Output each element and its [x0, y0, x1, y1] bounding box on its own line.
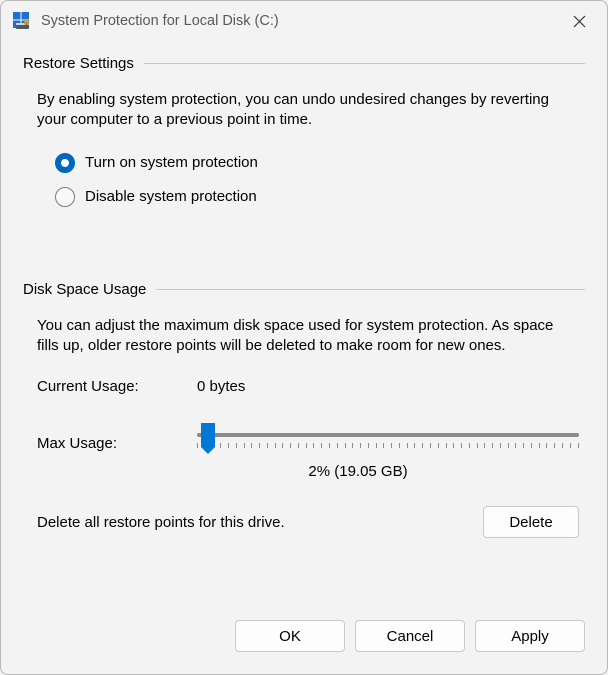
radio-disable-label: Disable system protection — [85, 188, 257, 205]
max-usage-value: 2% (19.05 GB) — [137, 463, 579, 480]
radio-selected-icon — [55, 153, 75, 173]
delete-description: Delete all restore points for this drive… — [37, 514, 285, 531]
system-protection-dialog: System Protection for Local Disk (C:) Re… — [0, 0, 608, 675]
radio-disable[interactable]: Disable system protection — [55, 187, 579, 207]
max-usage-slider[interactable] — [197, 425, 579, 461]
radio-turn-on[interactable]: Turn on system protection — [55, 153, 579, 173]
restore-settings-header: Restore Settings — [23, 55, 585, 72]
dialog-footer: OK Cancel Apply — [1, 606, 607, 674]
close-icon — [573, 15, 586, 28]
titlebar: System Protection for Local Disk (C:) — [1, 1, 607, 41]
close-button[interactable] — [559, 6, 599, 36]
window-title: System Protection for Local Disk (C:) — [41, 13, 559, 29]
restore-settings-label: Restore Settings — [23, 55, 144, 72]
current-usage-row: Current Usage: 0 bytes — [37, 378, 579, 395]
disk-description: You can adjust the maximum disk space us… — [37, 316, 579, 357]
delete-button[interactable]: Delete — [483, 506, 579, 538]
drive-protection-icon — [13, 12, 31, 30]
ok-button[interactable]: OK — [235, 620, 345, 652]
slider-track — [197, 433, 579, 437]
dialog-content: Restore Settings By enabling system prot… — [1, 41, 607, 606]
restore-description: By enabling system protection, you can u… — [37, 90, 579, 131]
divider — [156, 289, 585, 290]
radio-turn-on-label: Turn on system protection — [85, 154, 258, 171]
current-usage-label: Current Usage: — [37, 378, 197, 395]
current-usage-value: 0 bytes — [197, 378, 245, 395]
cancel-button[interactable]: Cancel — [355, 620, 465, 652]
max-usage-label: Max Usage: — [37, 435, 197, 452]
apply-button[interactable]: Apply — [475, 620, 585, 652]
slider-ticks — [197, 443, 579, 451]
disk-usage-header: Disk Space Usage — [23, 281, 585, 298]
radio-unselected-icon — [55, 187, 75, 207]
divider — [144, 63, 585, 64]
slider-thumb[interactable] — [201, 423, 215, 447]
disk-usage-label: Disk Space Usage — [23, 281, 156, 298]
